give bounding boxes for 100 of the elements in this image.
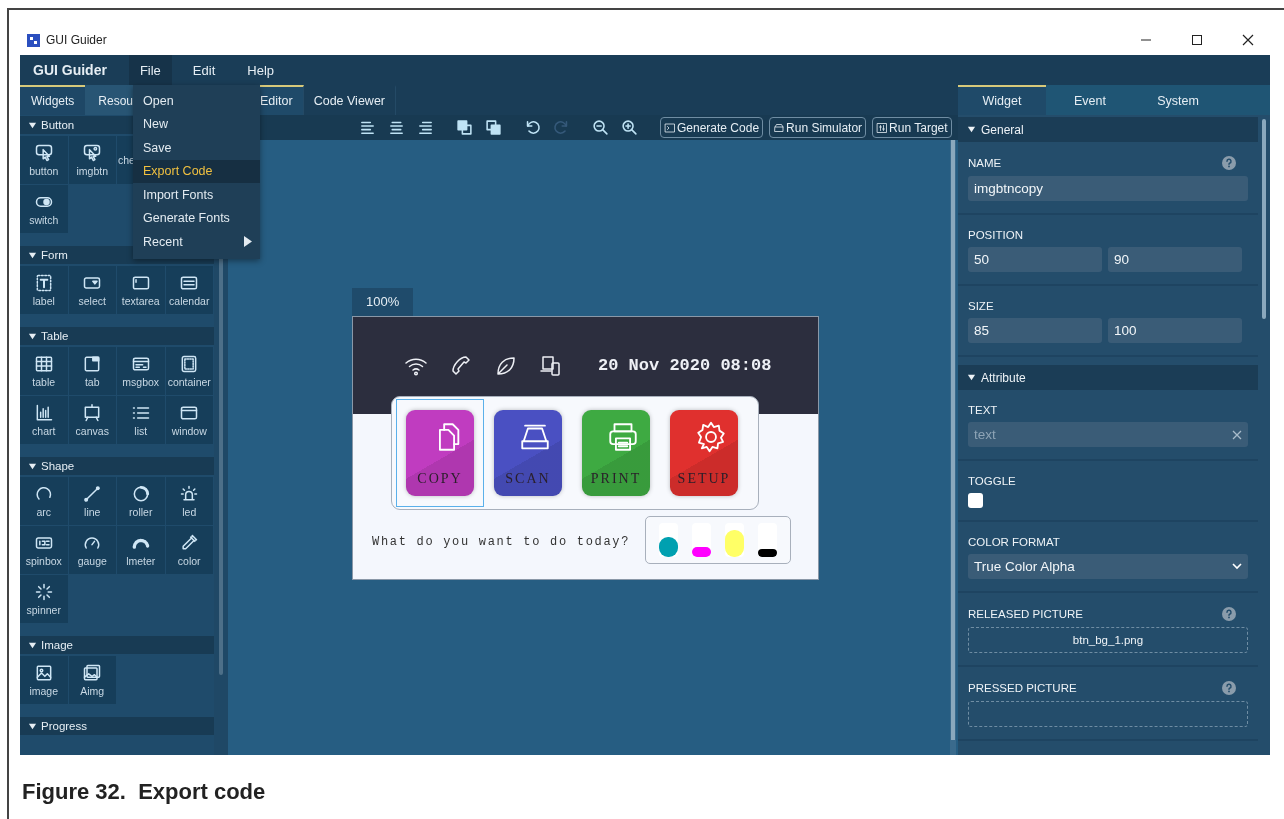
redo-icon	[553, 119, 570, 136]
section-header[interactable]: Image	[20, 636, 214, 654]
name-field[interactable]: imgbtncopy	[968, 176, 1248, 201]
menu-item[interactable]: Help	[236, 55, 285, 85]
panel-tab[interactable]: Resou	[85, 85, 134, 115]
section-header[interactable]: Table	[20, 327, 214, 345]
app-name: GUI Guider	[32, 61, 108, 80]
widget-tile[interactable]: line	[68, 477, 116, 525]
phone-icon	[449, 353, 473, 378]
toggle-checkbox[interactable]	[968, 493, 983, 508]
widget-tile[interactable]: calendar	[165, 266, 213, 314]
property-tab[interactable]: Widget	[958, 85, 1046, 115]
widget-tile[interactable]: lmeter	[117, 526, 165, 574]
property-tab[interactable]: Event	[1046, 85, 1134, 115]
field-label: TOGGLE	[968, 475, 1016, 487]
widget-tile[interactable]: select	[68, 266, 116, 314]
widget-tile[interactable]: spinner	[20, 575, 68, 623]
action-button[interactable]: Generate Code	[660, 117, 764, 138]
number-field[interactable]: 100	[1108, 318, 1242, 343]
gear-icon	[694, 420, 728, 454]
section-header[interactable]: Progress	[20, 717, 214, 735]
widget-tile[interactable]: image	[20, 656, 68, 704]
section-header[interactable]: General	[958, 117, 1258, 142]
widget-tile[interactable]: button	[20, 136, 68, 184]
widget-tile[interactable]: canvas	[68, 396, 116, 444]
menu-item[interactable]: Edit	[181, 55, 227, 85]
color-format-select[interactable]: True Color Alpha	[968, 554, 1248, 579]
textarea-icon	[130, 273, 151, 293]
field-label: COLOR FORMAT	[968, 536, 1060, 548]
date-time: 20 Nov 2020 08:08	[598, 356, 772, 375]
menu-tile-button[interactable]: PRINT	[582, 410, 650, 496]
close-icon	[1241, 34, 1254, 46]
section-header[interactable]: Shape	[20, 457, 214, 475]
terminal-icon	[664, 121, 676, 134]
bring-forward-icon	[456, 119, 473, 136]
field-label: PRESSED PICTURE	[968, 682, 1077, 694]
pointer-button-icon	[33, 143, 54, 163]
widget-tile[interactable]: table	[20, 347, 68, 395]
menu-option[interactable]: Generate Fonts	[133, 206, 260, 230]
send-backward-icon	[485, 119, 502, 136]
file-drop-field[interactable]: btn_bg_1.png	[968, 627, 1248, 653]
menu-option[interactable]: Import Fonts	[133, 183, 260, 207]
help-icon[interactable]	[1222, 156, 1236, 170]
sliders-icon	[876, 121, 889, 134]
help-icon[interactable]	[1222, 607, 1236, 621]
widget-tile[interactable]: textarea	[117, 266, 165, 314]
images-icon	[82, 663, 103, 683]
widget-tile[interactable]: window	[165, 396, 213, 444]
file-drop-field[interactable]	[968, 701, 1248, 727]
widget-tile[interactable]: arc	[20, 477, 68, 525]
widget-tile[interactable]: chart	[20, 396, 68, 444]
align-left-icon	[359, 119, 376, 136]
zoom-level: 100%	[352, 288, 414, 316]
widget-tile[interactable]: color	[165, 526, 213, 574]
field-label: POSITION	[968, 229, 1023, 241]
field-label: SIZE	[968, 300, 994, 312]
spinner-icon	[33, 582, 54, 602]
widget-tile[interactable]: imgbtn	[68, 136, 116, 184]
widget-tile[interactable]: tab	[68, 347, 116, 395]
zoom-out-icon	[592, 119, 609, 136]
message-box-icon	[130, 354, 151, 374]
menu-item[interactable]: File	[128, 55, 172, 85]
chevron-down-icon	[1232, 563, 1242, 570]
menu-option[interactable]: Export Code	[133, 159, 260, 183]
tray-icon	[773, 121, 786, 134]
zoom-in-icon	[621, 119, 638, 136]
field-label: RELEASED PICTURE	[968, 608, 1084, 620]
align-right-icon	[417, 119, 434, 136]
panel-tab[interactable]: Widgets	[20, 85, 86, 115]
widget-tile[interactable]: label	[20, 266, 68, 314]
widget-tile[interactable]: container	[165, 347, 213, 395]
menu-option[interactable]: Save	[133, 136, 260, 160]
widget-tile[interactable]: switch	[20, 185, 68, 233]
action-button[interactable]: Run Target	[872, 117, 952, 138]
widget-tile[interactable]: roller	[117, 477, 165, 525]
widget-tile[interactable]: spinbox	[20, 526, 68, 574]
number-field[interactable]: 85	[968, 318, 1102, 343]
help-icon[interactable]	[1222, 681, 1236, 695]
eyedropper-icon	[179, 533, 200, 553]
widget-tile[interactable]: led	[165, 477, 213, 525]
window-icon	[179, 403, 200, 423]
action-button[interactable]: Run Simulator	[769, 117, 867, 138]
maximize-icon	[1190, 34, 1203, 46]
line-icon	[82, 484, 103, 504]
widget-tile[interactable]: gauge	[68, 526, 116, 574]
widget-tile[interactable]: msgbox	[117, 347, 165, 395]
widget-tile[interactable]: list	[117, 396, 165, 444]
scrollbar[interactable]	[951, 140, 955, 740]
clear-icon[interactable]	[1232, 429, 1242, 440]
field-label: NAME	[968, 157, 1002, 169]
widget-tile[interactable]: Aimg	[68, 656, 116, 704]
number-field[interactable]: 90	[1108, 247, 1242, 272]
number-field[interactable]: 50	[968, 247, 1102, 272]
light-bulb-icon	[179, 484, 200, 504]
app-logo-icon	[27, 33, 40, 47]
property-tab[interactable]: System	[1134, 85, 1222, 115]
align-center-icon	[388, 119, 405, 136]
section-header[interactable]: Attribute	[958, 365, 1258, 390]
field-label: TEXT	[968, 404, 998, 416]
scrollbar[interactable]	[1262, 119, 1266, 319]
